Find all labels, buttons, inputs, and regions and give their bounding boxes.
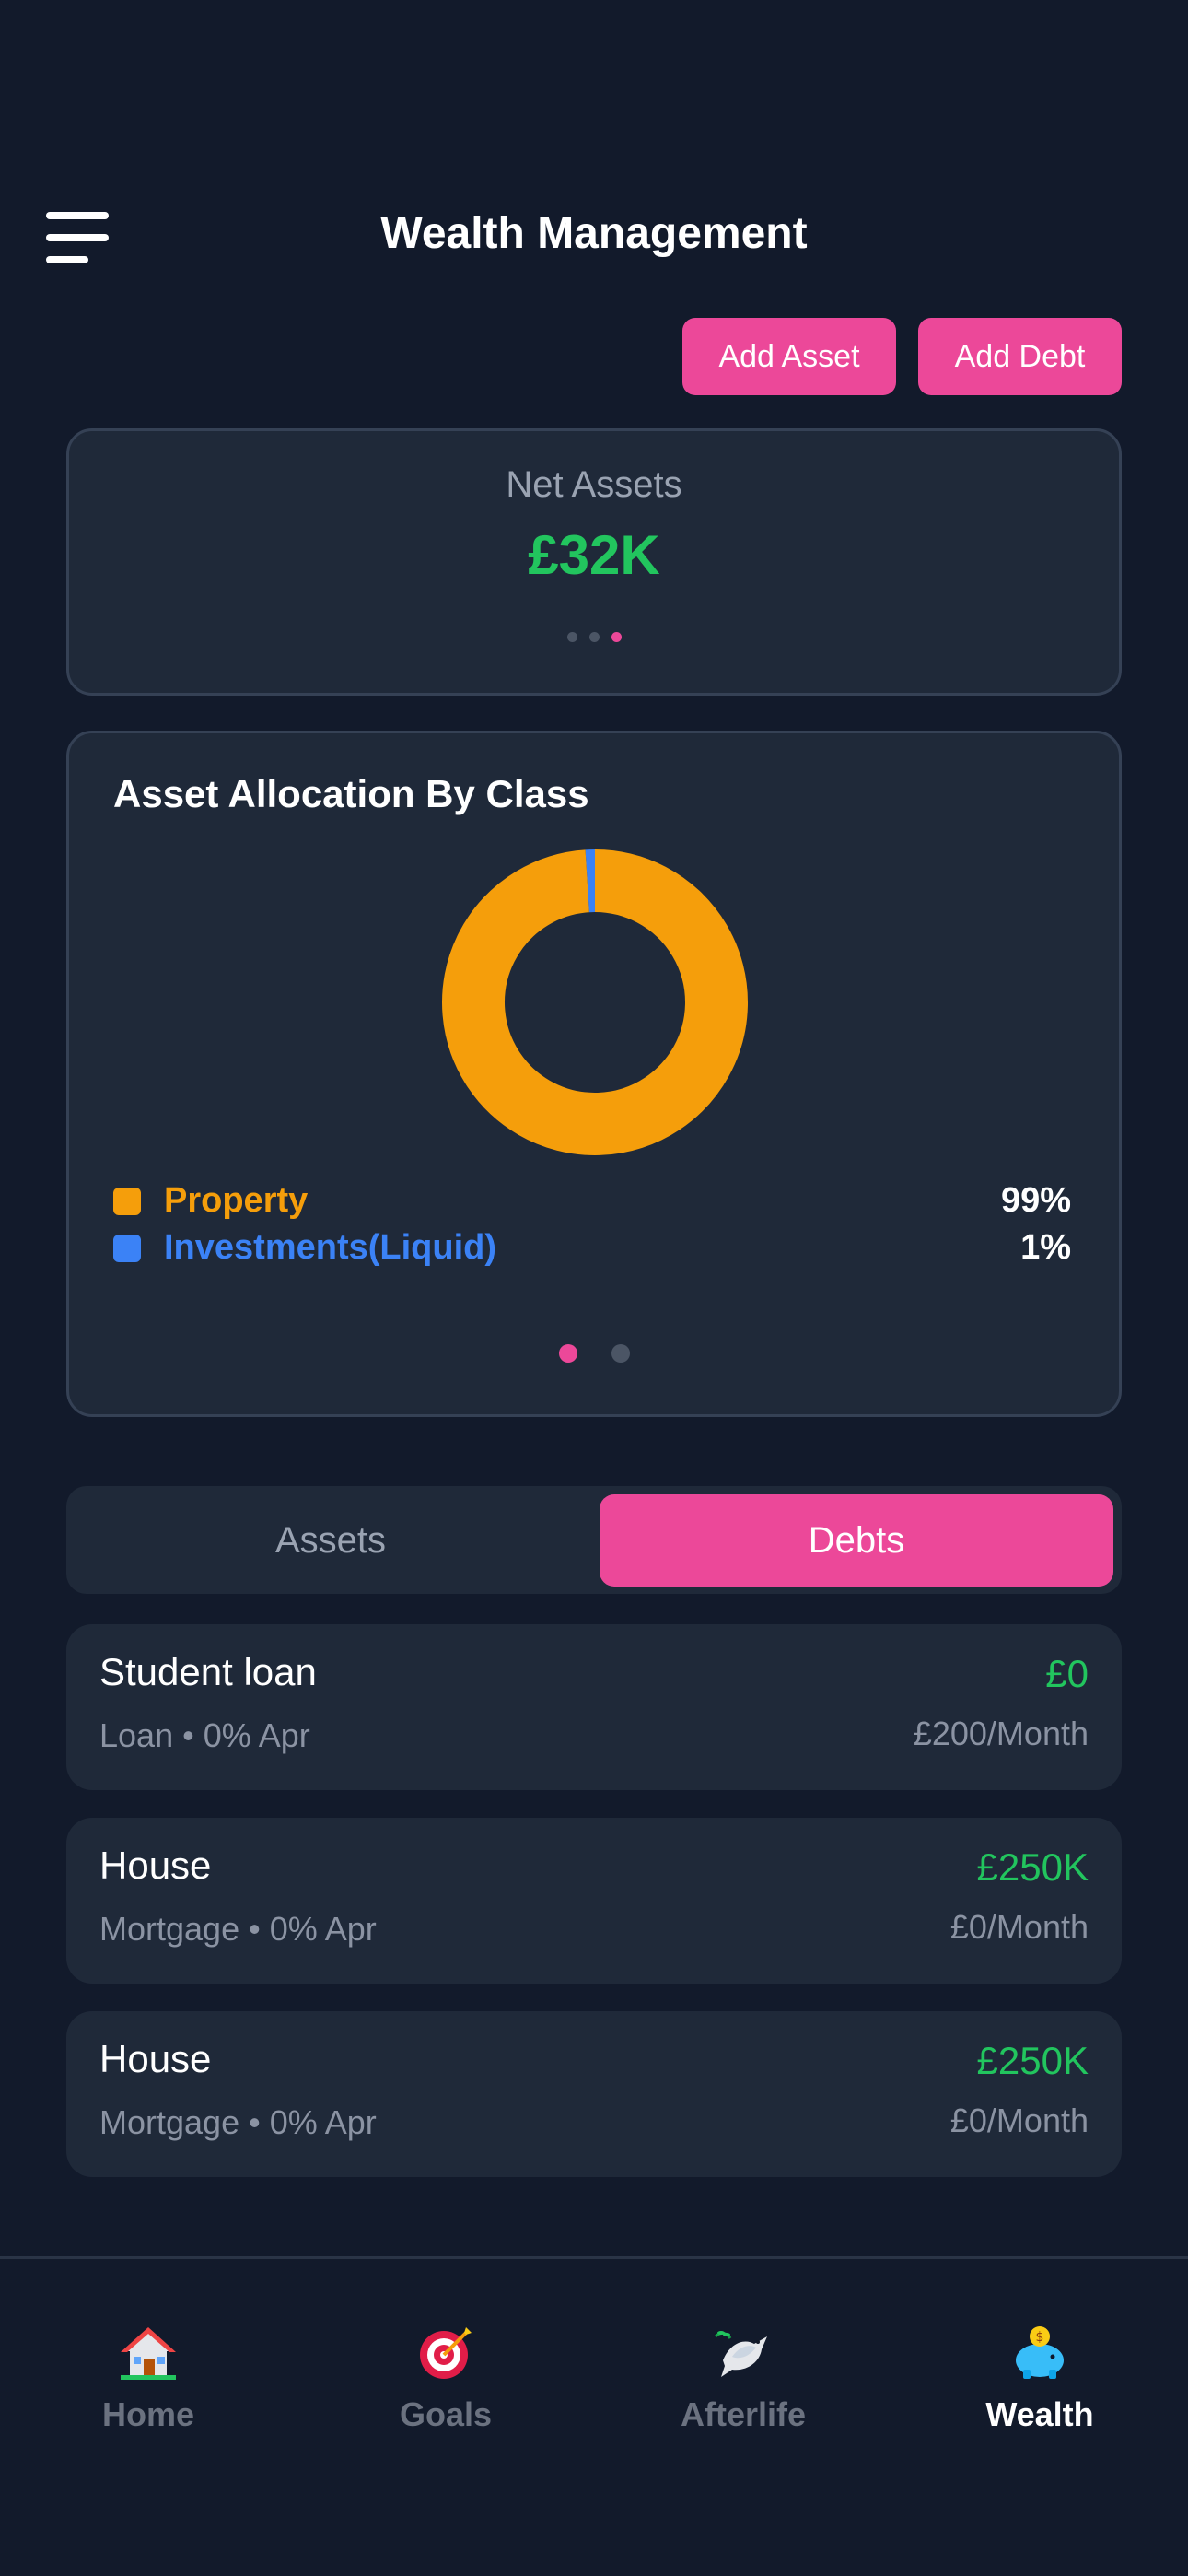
legend-value: 1% [1020, 1228, 1071, 1267]
net-assets-value: £32K [528, 524, 660, 586]
piggy-bank-icon: $ [1016, 2326, 1064, 2379]
debt-amount: £0 [1045, 1652, 1089, 1695]
debt-amount: £250K [976, 1845, 1089, 1889]
nav-wealth-label: Wealth [985, 2395, 1094, 2433]
nav-afterlife[interactable]: Afterlife [633, 2324, 854, 2434]
add-debt-button[interactable]: Add Debt [918, 318, 1122, 395]
debt-name: Student loan [99, 1650, 317, 1693]
add-asset-button[interactable]: Add Asset [682, 318, 896, 395]
legend-swatch [113, 1188, 141, 1215]
bottom-nav: Home Goals Afterlife $ Wealth [0, 2259, 1188, 2576]
nav-wealth[interactable]: $ Wealth [929, 2324, 1150, 2434]
net-assets-label: Net Assets [506, 464, 682, 505]
nav-home[interactable]: Home [38, 2324, 259, 2434]
debt-item[interactable]: House Mortgage • 0% Apr £250K £0/Month [66, 2011, 1122, 2177]
assets-debts-tabs: Assets Debts [66, 1486, 1122, 1594]
svg-text:$: $ [1036, 2330, 1044, 2345]
pagination-dot[interactable] [611, 1344, 630, 1363]
debt-details: Loan • 0% Apr [99, 1716, 310, 1754]
pagination-dot-active[interactable] [558, 1344, 577, 1363]
nav-goals-label: Goals [399, 2395, 493, 2433]
debt-amount: £250K [976, 2039, 1089, 2082]
pagination-dot[interactable] [566, 632, 577, 642]
debt-monthly: £200/Month [913, 1715, 1089, 1752]
legend-item-investments: Investments(Liquid) 1% [113, 1225, 1071, 1270]
page-title: Wealth Management [380, 209, 808, 258]
debt-monthly: £0/Month [949, 1908, 1089, 1946]
nav-goals[interactable]: Goals [335, 2324, 556, 2434]
net-assets-pagination [69, 632, 1119, 642]
tab-debts[interactable]: Debts [600, 1494, 1113, 1587]
tab-assets[interactable]: Assets [75, 1494, 587, 1587]
legend-swatch [113, 1235, 141, 1262]
pagination-dot[interactable] [588, 632, 600, 642]
net-assets-card[interactable]: Net Assets £32K [66, 428, 1122, 696]
legend-item-property: Property 99% [113, 1178, 1071, 1223]
legend-label: Investments(Liquid) [164, 1228, 497, 1267]
legend-label: Property [164, 1181, 309, 1220]
debt-details: Mortgage • 0% Apr [99, 1910, 377, 1948]
allocation-title: Asset Allocation By Class [113, 772, 589, 815]
allocation-donut-chart [442, 849, 748, 1155]
debt-name: House [99, 2037, 212, 2080]
legend-value: 99% [1000, 1181, 1071, 1220]
donut-slice-property [442, 849, 748, 1155]
nav-home-label: Home [101, 2395, 195, 2433]
asset-allocation-card: Asset Allocation By Class Property 99% I… [66, 731, 1122, 1417]
nav-afterlife-label: Afterlife [680, 2395, 807, 2433]
house-icon [121, 2327, 176, 2380]
dove-icon [714, 2331, 767, 2377]
debt-item[interactable]: House Mortgage • 0% Apr £250K £0/Month [66, 1818, 1122, 1984]
target-icon [420, 2327, 472, 2379]
allocation-pagination [69, 1344, 1119, 1363]
debt-item[interactable]: Student loan Loan • 0% Apr £0 £200/Month [66, 1624, 1122, 1790]
debt-monthly: £0/Month [949, 2102, 1089, 2139]
debt-details: Mortgage • 0% Apr [99, 2103, 377, 2141]
debt-name: House [99, 1844, 212, 1887]
pagination-dot-active[interactable] [611, 632, 622, 642]
